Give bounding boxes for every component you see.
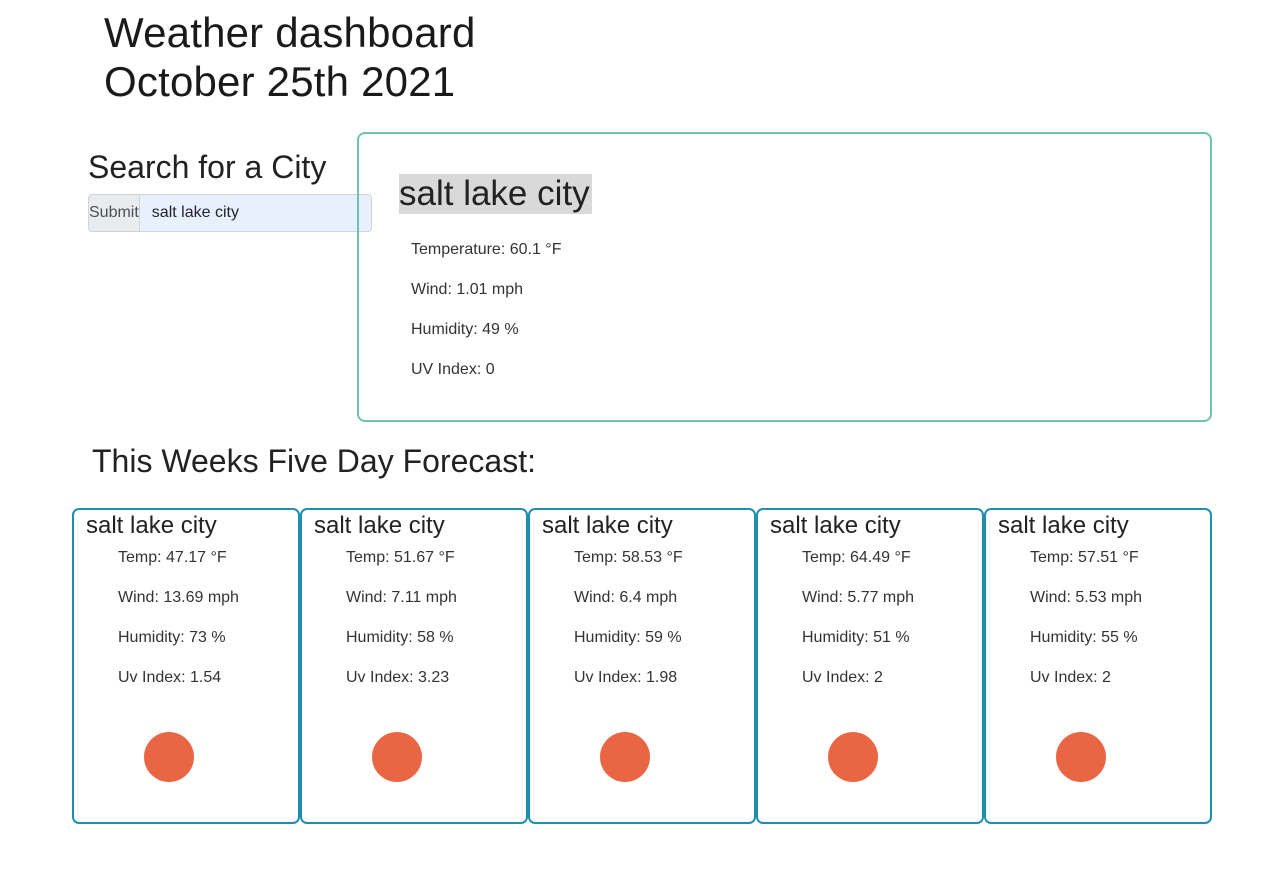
forecast-city: salt lake city [998, 512, 1129, 539]
forecast-temp: Temp: 58.53 °F [574, 549, 683, 566]
forecast-city: salt lake city [542, 512, 673, 539]
sun-icon [372, 732, 422, 782]
forecast-stats: Temp: 58.53 °F Wind: 6.4 mph Humidity: 5… [574, 548, 683, 708]
sun-icon [600, 732, 650, 782]
forecast-wind: Wind: 5.53 mph [1030, 589, 1143, 606]
city-search-input[interactable] [139, 194, 372, 232]
forecast-card: salt lake city Temp: 58.53 °F Wind: 6.4 … [528, 508, 756, 824]
current-city-name: salt lake city [399, 174, 592, 214]
current-humidity: Humidity: 49 % [411, 321, 519, 338]
page-header: Weather dashboard October 25th 2021 [104, 8, 476, 106]
forecast-city: salt lake city [770, 512, 901, 539]
forecast-humidity: Humidity: 58 % [346, 629, 454, 646]
sun-icon [144, 732, 194, 782]
forecast-wind: Wind: 13.69 mph [118, 589, 239, 606]
page-date: October 25th 2021 [104, 58, 456, 105]
search-input-group: Submit [88, 194, 372, 232]
forecast-uv-index: Uv Index: 2 [802, 669, 883, 686]
forecast-card: salt lake city Temp: 57.51 °F Wind: 5.53… [984, 508, 1212, 824]
current-wind: Wind: 1.01 mph [411, 281, 524, 298]
forecast-uv-index: Uv Index: 1.98 [574, 669, 678, 686]
forecast-card: salt lake city Temp: 47.17 °F Wind: 13.6… [72, 508, 300, 824]
forecast-stats: Temp: 64.49 °F Wind: 5.77 mph Humidity: … [802, 548, 914, 708]
sun-icon [1056, 732, 1106, 782]
forecast-temp: Temp: 57.51 °F [1030, 549, 1139, 566]
forecast-stats: Temp: 47.17 °F Wind: 13.69 mph Humidity:… [118, 548, 239, 708]
forecast-humidity: Humidity: 59 % [574, 629, 682, 646]
forecast-card: salt lake city Temp: 51.67 °F Wind: 7.11… [300, 508, 528, 824]
sun-icon [828, 732, 878, 782]
search-title: Search for a City [88, 149, 327, 185]
forecast-temp: Temp: 51.67 °F [346, 549, 455, 566]
submit-button[interactable]: Submit [88, 194, 140, 232]
forecast-city: salt lake city [314, 512, 445, 539]
forecast-temp: Temp: 47.17 °F [118, 549, 227, 566]
current-temperature: Temperature: 60.1 °F [411, 241, 562, 258]
current-stats: Temperature: 60.1 °F Wind: 1.01 mph Humi… [411, 240, 561, 400]
forecast-humidity: Humidity: 51 % [802, 629, 910, 646]
forecast-wind: Wind: 6.4 mph [574, 589, 678, 606]
forecast-stats: Temp: 51.67 °F Wind: 7.11 mph Humidity: … [346, 548, 457, 708]
forecast-humidity: Humidity: 55 % [1030, 629, 1138, 646]
forecast-row: salt lake city Temp: 47.17 °F Wind: 13.6… [72, 508, 1212, 824]
current-uv-index: UV Index: 0 [411, 361, 495, 378]
page-title: Weather dashboard [104, 9, 476, 56]
forecast-heading: This Weeks Five Day Forecast: [92, 443, 536, 479]
forecast-uv-index: Uv Index: 2 [1030, 669, 1111, 686]
forecast-stats: Temp: 57.51 °F Wind: 5.53 mph Humidity: … [1030, 548, 1142, 708]
forecast-card: salt lake city Temp: 64.49 °F Wind: 5.77… [756, 508, 984, 824]
forecast-temp: Temp: 64.49 °F [802, 549, 911, 566]
forecast-city: salt lake city [86, 512, 217, 539]
forecast-humidity: Humidity: 73 % [118, 629, 226, 646]
forecast-wind: Wind: 7.11 mph [346, 589, 457, 606]
forecast-wind: Wind: 5.77 mph [802, 589, 915, 606]
forecast-uv-index: Uv Index: 1.54 [118, 669, 222, 686]
current-weather-card: salt lake city Temperature: 60.1 °F Wind… [357, 132, 1212, 422]
search-panel: Search for a City Submit [88, 148, 372, 232]
forecast-uv-index: Uv Index: 3.23 [346, 669, 450, 686]
